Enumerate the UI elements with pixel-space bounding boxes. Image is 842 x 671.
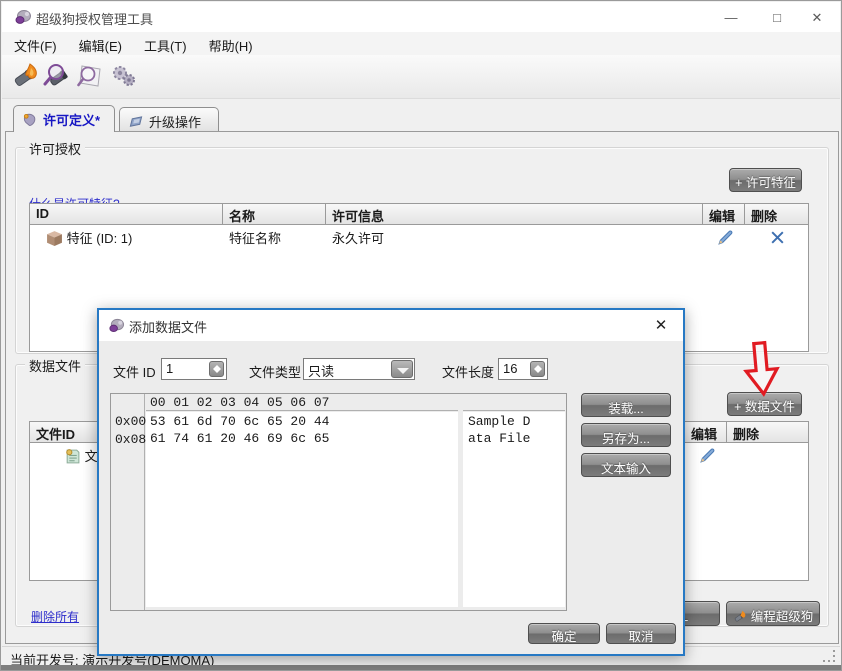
file-type-value: 只读 bbox=[308, 364, 334, 379]
file-type-combobox[interactable]: 只读 bbox=[303, 358, 415, 380]
edit-pencil-icon[interactable] bbox=[717, 229, 734, 246]
data-file-label-partial: 文 bbox=[85, 449, 98, 464]
add-license-feature-button[interactable]: + 许可特征 bbox=[729, 168, 802, 192]
tab-upgrade-label: 升级操作 bbox=[149, 115, 201, 130]
menu-edit[interactable]: 编辑(E) bbox=[69, 32, 132, 55]
edit-pencil-icon[interactable] bbox=[699, 447, 716, 464]
col-delete[interactable]: 删除 bbox=[745, 204, 808, 224]
chevron-down-icon[interactable] bbox=[391, 360, 413, 378]
add-data-file-dialog: 添加数据文件 ✕ 文件 ID 1 文件类型 只读 文件长度 16 0x00 0x… bbox=[97, 308, 685, 656]
hex-address: 0x08 bbox=[111, 430, 144, 448]
app-dog-icon bbox=[14, 8, 32, 26]
menu-help[interactable]: 帮助(H) bbox=[199, 32, 263, 55]
col-edit[interactable]: 编辑 bbox=[703, 204, 745, 224]
dongle-flame-icon bbox=[733, 609, 748, 624]
ascii-row: Sample D bbox=[468, 413, 565, 430]
maximize-button[interactable]: □ bbox=[760, 6, 794, 29]
minimize-button[interactable]: — bbox=[714, 6, 748, 29]
menu-tools[interactable]: 工具(T) bbox=[134, 32, 197, 55]
resize-grip[interactable] bbox=[821, 648, 835, 662]
close-button[interactable]: ✕ bbox=[800, 6, 834, 29]
file-length-value: 16 bbox=[503, 361, 517, 376]
window-bottom-edge bbox=[1, 665, 842, 670]
ascii-data-area[interactable]: Sample D ata File bbox=[463, 412, 565, 607]
hex-row: 53 61 6d 70 6c 65 20 44 bbox=[150, 413, 458, 430]
datafile-group-title: 数据文件 bbox=[25, 356, 85, 375]
col-name[interactable]: 名称 bbox=[223, 204, 326, 224]
feature-info-text: 永久许可 bbox=[326, 228, 703, 247]
file-id-value: 1 bbox=[166, 361, 173, 376]
col-id[interactable]: ID bbox=[30, 204, 223, 224]
window-title: 超级狗授权管理工具 bbox=[36, 9, 153, 28]
settings-gears-icon[interactable] bbox=[108, 60, 140, 92]
dialog-close-button[interactable]: ✕ bbox=[649, 314, 673, 338]
feature-cube-icon bbox=[46, 230, 63, 247]
program-superdog-button[interactable]: 编程超级狗 bbox=[726, 601, 820, 626]
title-bar: 超级狗授权管理工具 — □ ✕ bbox=[2, 2, 840, 32]
spinner-arrows-icon[interactable] bbox=[530, 361, 545, 377]
menu-file[interactable]: 文件(F) bbox=[4, 32, 67, 55]
license-group-title: 许可授权 bbox=[25, 139, 85, 158]
program-dog-icon[interactable] bbox=[10, 60, 42, 92]
license-table-header: ID 名称 许可信息 编辑 删除 bbox=[30, 204, 808, 225]
hex-column-header: 00 01 02 03 04 05 06 07 bbox=[146, 394, 458, 411]
dialog-dog-icon bbox=[108, 317, 125, 334]
tab-license-definition[interactable]: 许可定义* bbox=[13, 105, 115, 132]
file-length-label: 文件长度 bbox=[442, 362, 494, 381]
cancel-button[interactable]: 取消 bbox=[606, 623, 676, 644]
ok-button[interactable]: 确定 bbox=[528, 623, 600, 644]
ascii-column-header bbox=[463, 394, 565, 411]
feature-id-text: 特征 (ID: 1) bbox=[67, 231, 133, 246]
tab-license-label: 许可定义* bbox=[43, 113, 100, 128]
feature-name-text: 特征名称 bbox=[223, 228, 326, 247]
ascii-column: Sample D ata File bbox=[463, 394, 565, 607]
program-superdog-label: 编程超级狗 bbox=[751, 610, 814, 624]
delete-all-link[interactable]: 删除所有 bbox=[31, 608, 79, 625]
dialog-title: 添加数据文件 bbox=[129, 317, 207, 336]
toolbar bbox=[2, 55, 840, 99]
file-length-spinbox[interactable]: 16 bbox=[498, 358, 548, 380]
search-file-icon[interactable] bbox=[74, 60, 106, 92]
hex-address: 0x00 bbox=[111, 412, 144, 430]
search-dog-icon[interactable] bbox=[42, 60, 74, 92]
hex-row: 61 74 61 20 46 69 6c 65 bbox=[150, 430, 458, 447]
app-window: 超级狗授权管理工具 — □ ✕ 文件(F) 编辑(E) 工具(T) 帮助(H) bbox=[0, 0, 842, 671]
file-id-label: 文件 ID bbox=[113, 362, 156, 381]
load-button[interactable]: 装载... bbox=[581, 393, 671, 417]
col-info[interactable]: 许可信息 bbox=[326, 204, 703, 224]
tab-upgrade-operation[interactable]: 升级操作 bbox=[119, 107, 219, 131]
red-annotation-arrow bbox=[737, 339, 788, 399]
col-edit[interactable]: 编辑 bbox=[685, 422, 727, 442]
dialog-title-bar: 添加数据文件 ✕ bbox=[99, 310, 683, 341]
hex-address-column: 0x00 0x08 bbox=[111, 394, 145, 610]
spinner-arrows-icon[interactable] bbox=[209, 361, 224, 377]
hex-data-area[interactable]: 53 61 6d 70 6c 65 20 44 61 74 61 20 46 6… bbox=[146, 412, 458, 607]
hex-editor[interactable]: 0x00 0x08 00 01 02 03 04 05 06 07 53 61 … bbox=[110, 393, 567, 611]
file-id-spinbox[interactable]: 1 bbox=[161, 358, 227, 380]
ascii-row: ata File bbox=[468, 430, 565, 447]
text-input-button[interactable]: 文本输入 bbox=[581, 453, 671, 477]
menu-bar: 文件(F) 编辑(E) 工具(T) 帮助(H) bbox=[2, 32, 840, 55]
col-delete[interactable]: 删除 bbox=[727, 422, 790, 442]
delete-x-icon[interactable] bbox=[769, 229, 786, 246]
license-tab-icon bbox=[22, 113, 38, 128]
license-table-row[interactable]: 特征 (ID: 1) 特征名称 永久许可 bbox=[30, 225, 808, 250]
save-as-button[interactable]: 另存为... bbox=[581, 423, 671, 447]
file-type-label: 文件类型 bbox=[249, 362, 301, 381]
upgrade-tab-icon bbox=[128, 115, 144, 130]
data-file-icon bbox=[64, 448, 81, 465]
